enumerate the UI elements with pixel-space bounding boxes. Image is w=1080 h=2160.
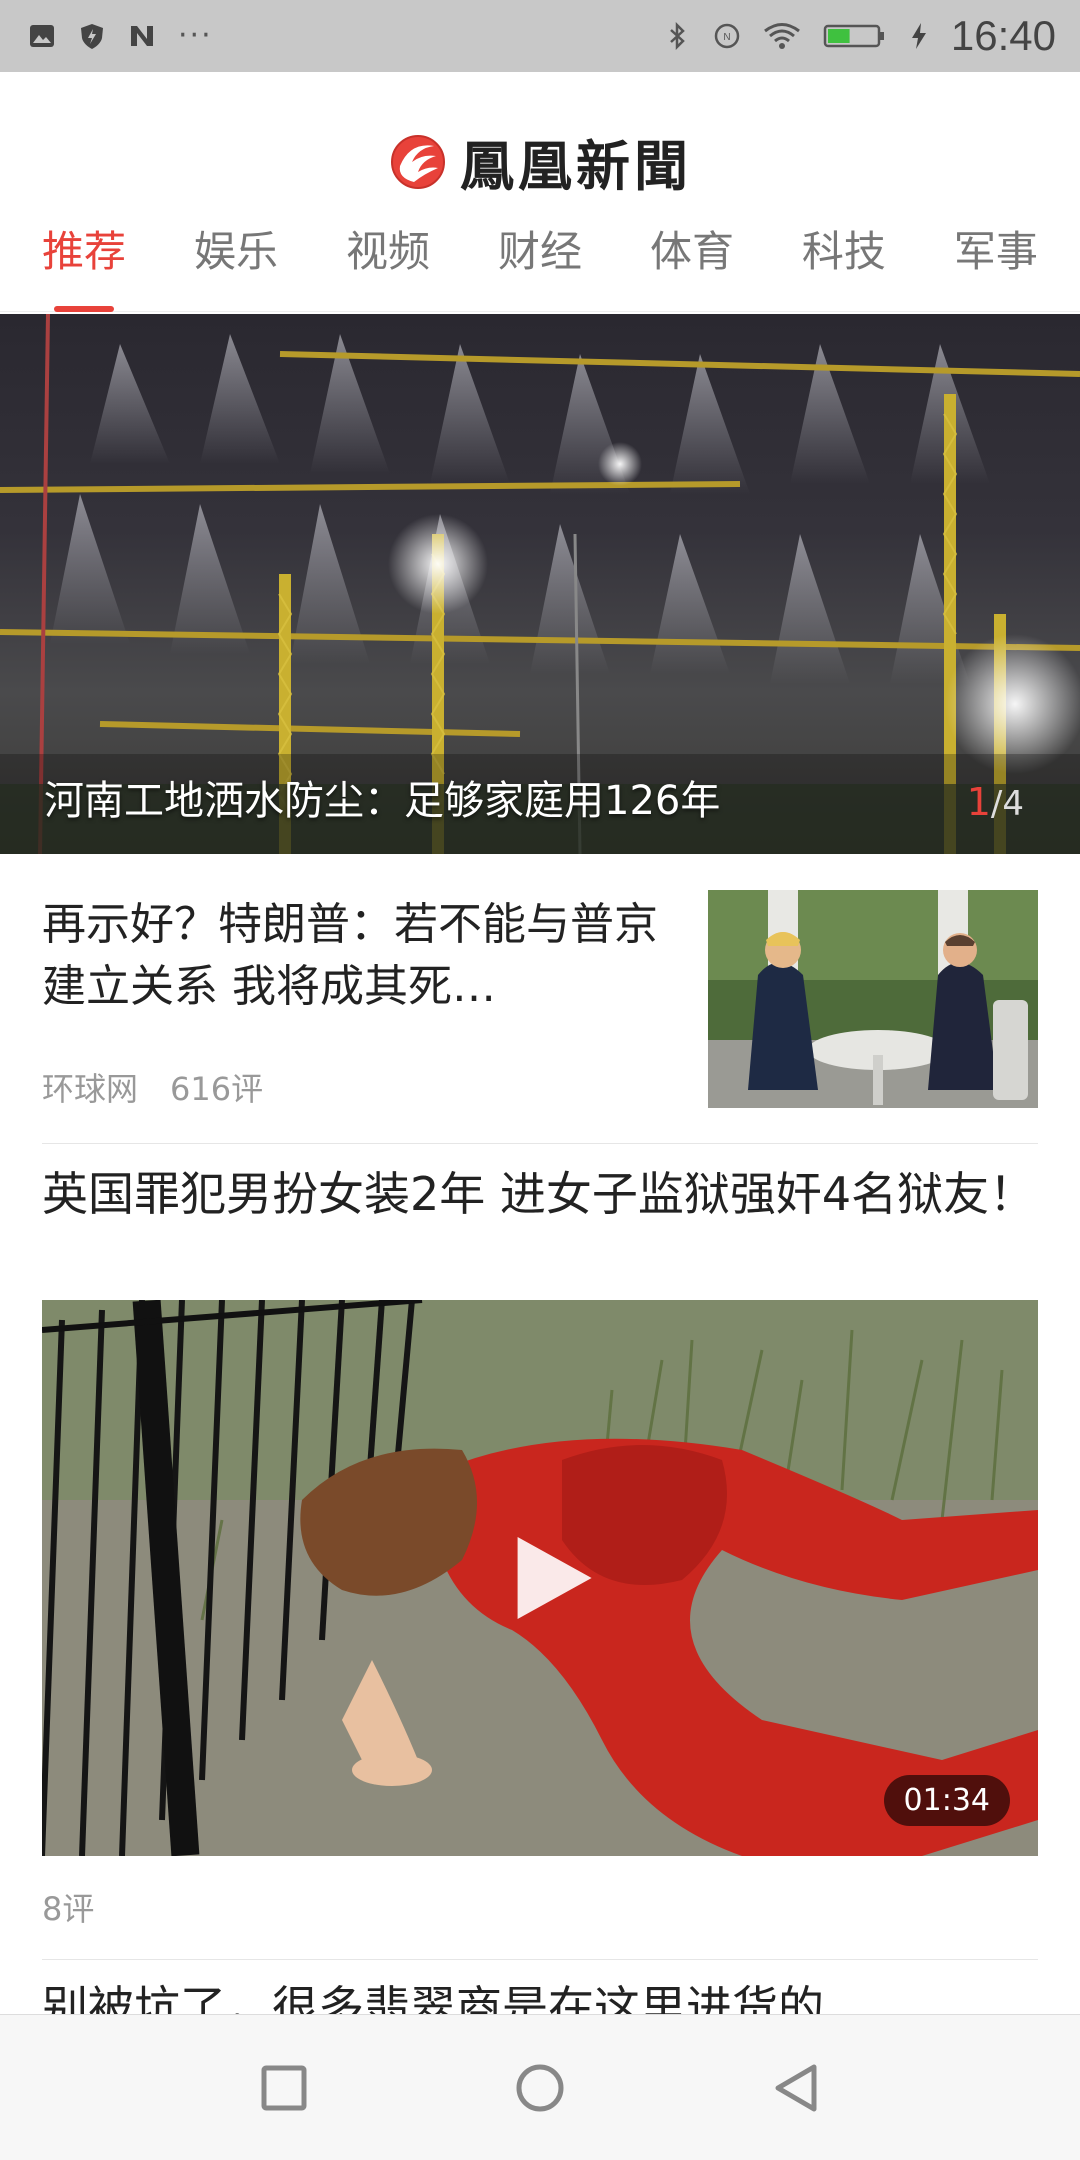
carousel-total: /4 — [990, 784, 1024, 824]
tab-entertainment[interactable]: 娱乐 — [194, 222, 278, 312]
carousel-counter: 1/4 — [967, 780, 1024, 824]
news-item[interactable]: 别被坑了，很多翡翠商是在这里进货的 — [42, 1960, 1038, 2020]
back-button[interactable] — [768, 2060, 824, 2116]
video-duration: 01:34 — [883, 1775, 1010, 1826]
back-triangle-icon — [775, 2064, 817, 2111]
charging-icon — [911, 23, 926, 49]
image-icon — [30, 25, 54, 47]
more-notifications-icon: ··· — [178, 18, 213, 53]
bluetooth-icon — [670, 22, 685, 50]
app-header: 鳳凰新聞 推荐 娱乐 视频 财经 体育 科技 军事 — [0, 72, 1080, 312]
tab-sports[interactable]: 体育 — [650, 222, 734, 312]
status-bar: ··· N 16:40 — [0, 0, 1080, 72]
nfc-icon: N — [714, 23, 740, 49]
home-button[interactable] — [512, 2060, 568, 2116]
video-news-item[interactable]: 英国罪犯男扮女装2年 进女子监狱强奸4名狱友！ 01:34 8评 — [42, 1144, 1038, 1960]
wifi-icon — [763, 23, 800, 49]
shield-icon — [81, 24, 103, 49]
news-source: 环球网 — [42, 1070, 139, 1108]
tab-video[interactable]: 视频 — [346, 222, 430, 312]
svg-text:N: N — [723, 32, 730, 43]
tab-finance[interactable]: 财经 — [498, 222, 582, 312]
carousel-current: 1 — [966, 780, 991, 824]
recent-apps-button[interactable] — [256, 2060, 312, 2116]
square-icon — [261, 2065, 307, 2110]
n-icon — [131, 26, 153, 46]
news-title[interactable]: 英国罪犯男扮女装2年 进女子监狱强奸4名狱友！ — [42, 1164, 1038, 1224]
comment-count: 8评 — [42, 1890, 95, 1928]
system-navigation-bar — [0, 2014, 1080, 2160]
circle-icon — [516, 2064, 564, 2111]
phoenix-logo-icon — [391, 134, 445, 189]
video-player-thumbnail[interactable]: 01:34 — [42, 1300, 1038, 1856]
status-bar-left: ··· — [28, 18, 213, 53]
clock: 16:40 — [950, 12, 1056, 59]
comment-count: 616评 — [170, 1070, 264, 1108]
tab-military[interactable]: 军事 — [954, 222, 1038, 312]
status-bar-right: N 16:40 — [663, 12, 1056, 60]
news-meta: 环球网 616评 — [42, 1064, 263, 1110]
hero-carousel[interactable]: 河南工地洒水防尘：足够家庭用126年 1/4 — [0, 314, 1080, 854]
app-logo: 鳳凰新聞 — [0, 122, 1080, 201]
play-icon[interactable] — [508, 1533, 598, 1623]
thumbnail-image — [708, 890, 1038, 1108]
category-tabs: 推荐 娱乐 视频 财经 体育 科技 军事 — [0, 222, 1080, 312]
tab-technology[interactable]: 科技 — [802, 222, 886, 312]
tab-recommend[interactable]: 推荐 — [42, 222, 126, 312]
logo-text: 鳳凰新聞 — [460, 134, 692, 198]
hero-caption[interactable]: 河南工地洒水防尘：足够家庭用126年 — [44, 768, 720, 826]
news-title[interactable]: 再示好？特朗普：若不能与普京建立关系 我将成其死… — [42, 894, 672, 1018]
news-item[interactable]: 再示好？特朗普：若不能与普京建立关系 我将成其死… 环球网 616评 — [42, 854, 1038, 1144]
battery-icon — [823, 24, 884, 48]
news-thumbnail[interactable] — [708, 890, 1038, 1108]
